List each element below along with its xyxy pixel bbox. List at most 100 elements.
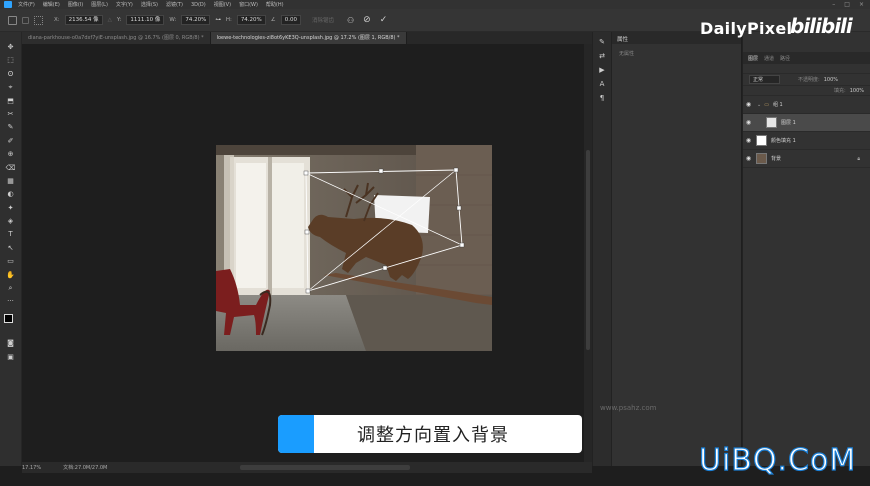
move-tool-icon[interactable]	[8, 15, 17, 25]
folder-icon: ▭	[764, 101, 769, 108]
visibility-eye-icon[interactable]: ◉	[743, 101, 754, 108]
eraser-tool-icon[interactable]: ⌫	[5, 163, 16, 173]
menu-item-3d[interactable]: 3D(D)	[191, 2, 206, 8]
quick-mask-icon[interactable]: ◙	[5, 338, 16, 348]
healing-brush-tool-icon[interactable]: ✐	[5, 136, 16, 146]
y-field[interactable]: 1111.10 像	[126, 15, 165, 25]
paragraph-icon[interactable]: ¶	[597, 94, 608, 102]
tab-document-2[interactable]: loewe-technologies-zi8ot6yKE3Q-unsplash.…	[210, 32, 407, 44]
hand-tool-icon[interactable]: ✋	[5, 270, 16, 280]
visibility-eye-icon[interactable]: ◉	[743, 119, 754, 126]
lasso-tool-icon[interactable]: ʘ	[5, 69, 16, 79]
fill-value[interactable]: 100%	[850, 88, 864, 94]
fill-row: 填充: 100%	[743, 86, 870, 96]
gradient-tool-icon[interactable]: ▦	[5, 176, 16, 186]
color-swatches[interactable]	[4, 313, 17, 327]
interpolation-label[interactable]: 消除锯齿	[312, 16, 334, 24]
opacity-label: 不透明度:	[798, 77, 820, 83]
photoshop-logo-icon	[4, 1, 12, 8]
layer-row-background[interactable]: ◉ 背景 🔒︎	[743, 150, 870, 168]
corner-logo: UiBQ.CoM	[698, 442, 857, 478]
tab-channels[interactable]: 通道	[764, 55, 774, 62]
tab-paths[interactable]: 路径	[780, 55, 790, 62]
horizontal-scrollbar-thumb[interactable]	[240, 465, 410, 470]
menu-item-view[interactable]: 视图(V)	[214, 1, 231, 8]
screen-mode-icon[interactable]: ▣	[5, 352, 16, 362]
vertical-scrollbar-thumb[interactable]	[586, 150, 590, 350]
menu-item-select[interactable]: 选择(S)	[141, 1, 158, 8]
panel-icon-strip: ✎ ⇄ ▶ A ¶	[592, 32, 611, 466]
path-select-tool-icon[interactable]: ◈	[5, 216, 16, 226]
bilibili-logo: bilibili	[790, 14, 853, 38]
direct-select-tool-icon[interactable]: ↖	[5, 243, 16, 253]
adjustments-icon[interactable]: ⇄	[597, 52, 608, 60]
caption-accent-bar	[278, 415, 314, 453]
layer-name[interactable]: 颜色填充 1	[771, 137, 796, 144]
menu-item-layer[interactable]: 图层(L)	[91, 1, 108, 8]
caption-text: 调整方向置入背景	[357, 425, 509, 446]
chevron-down-icon[interactable]: ⌄	[757, 102, 761, 108]
layer-name[interactable]: 图层 1	[781, 119, 796, 126]
menu-item-window[interactable]: 窗口(W)	[239, 1, 258, 8]
quick-select-tool-icon[interactable]: ⌖	[5, 82, 16, 92]
width-field[interactable]: 74.20%	[181, 15, 211, 25]
crop-tool-icon[interactable]: ⬒	[5, 96, 16, 106]
rectangle-tool-icon[interactable]: ▭	[5, 256, 16, 266]
layer-name[interactable]: 组 1	[773, 101, 783, 108]
type-tool-icon[interactable]: T	[5, 229, 16, 239]
layer-thumbnail	[756, 135, 767, 146]
character-icon[interactable]: A	[597, 80, 608, 88]
layer-thumbnail	[766, 117, 777, 128]
layer-name[interactable]: 背景	[771, 155, 781, 162]
reference-point-icon[interactable]	[22, 16, 29, 24]
height-field[interactable]: 74.20%	[236, 15, 266, 25]
menu-item-help[interactable]: 帮助(H)	[266, 1, 284, 8]
move-tool-icon[interactable]: ✥	[5, 42, 16, 52]
tab-document-1[interactable]: diana-parkhouse-o0a7dxf7yiE-unsplash.jpg…	[22, 32, 211, 44]
commit-transform-icon[interactable]: ✓	[380, 15, 388, 25]
maximize-button[interactable]: □	[844, 1, 850, 8]
minimize-button[interactable]: –	[832, 1, 835, 8]
document-tabs: diana-parkhouse-o0a7dxf7yiE-unsplash.jpg…	[22, 32, 592, 44]
relative-position-icon[interactable]: △	[108, 17, 112, 23]
layer-row-selected[interactable]: ◉ 图层 1	[743, 114, 870, 132]
link-icon[interactable]: ⊶	[215, 17, 221, 23]
close-button[interactable]: ×	[859, 1, 864, 8]
menu-item-filter[interactable]: 滤镜(T)	[166, 1, 183, 8]
brush-settings-icon[interactable]: ✎	[597, 38, 608, 46]
reference-grid-icon[interactable]	[34, 15, 43, 25]
x-label: X:	[54, 17, 60, 23]
properties-empty-text: 无属性	[619, 51, 635, 57]
visibility-eye-icon[interactable]: ◉	[743, 155, 754, 162]
marquee-tool-icon[interactable]: ⬚	[5, 55, 16, 65]
layers-panel-tabs: 图层 通道 路径	[743, 52, 870, 64]
pen-tool-icon[interactable]: ✦	[5, 203, 16, 213]
menu-item-file[interactable]: 文件(F)	[18, 1, 35, 8]
frame-tool-icon[interactable]: ✂	[5, 109, 16, 119]
eyedropper-tool-icon[interactable]: ✎	[5, 122, 16, 132]
cancel-transform-icon[interactable]: ⊘	[363, 15, 371, 25]
document-size[interactable]: 文档:27.0M/27.0M	[63, 464, 107, 471]
document-image[interactable]	[216, 145, 492, 351]
more-tools-icon[interactable]: ···	[5, 296, 16, 306]
zoom-level[interactable]: 17.17%	[22, 465, 41, 471]
dodge-tool-icon[interactable]: ◐	[5, 189, 16, 199]
zoom-tool-icon[interactable]: ⌕	[5, 283, 16, 293]
menu-item-type[interactable]: 文字(Y)	[116, 1, 133, 8]
brush-tool-icon[interactable]: ⊕	[5, 149, 16, 159]
visibility-eye-icon[interactable]: ◉	[743, 137, 754, 144]
angle-field[interactable]: 0.00	[280, 15, 301, 25]
layer-row-fill[interactable]: ◉ 颜色填充 1	[743, 132, 870, 150]
foreground-color-swatch[interactable]	[4, 313, 13, 323]
tab-layers[interactable]: 图层	[748, 55, 758, 62]
menu-item-edit[interactable]: 编辑(E)	[43, 1, 60, 8]
x-field[interactable]: 2136.54 像	[64, 15, 103, 25]
blend-mode-select[interactable]: 正常	[749, 75, 781, 84]
warp-mode-icon[interactable]: ⚇	[347, 16, 354, 25]
layer-row-group[interactable]: ◉ ⌄ ▭ 组 1	[743, 96, 870, 114]
opacity-value[interactable]: 100%	[824, 77, 838, 83]
fill-label: 填充:	[834, 88, 846, 94]
play-actions-icon[interactable]: ▶	[597, 66, 608, 74]
menu-item-image[interactable]: 图像(I)	[68, 1, 83, 8]
blend-row: 正常 不透明度: 100%	[743, 74, 870, 86]
